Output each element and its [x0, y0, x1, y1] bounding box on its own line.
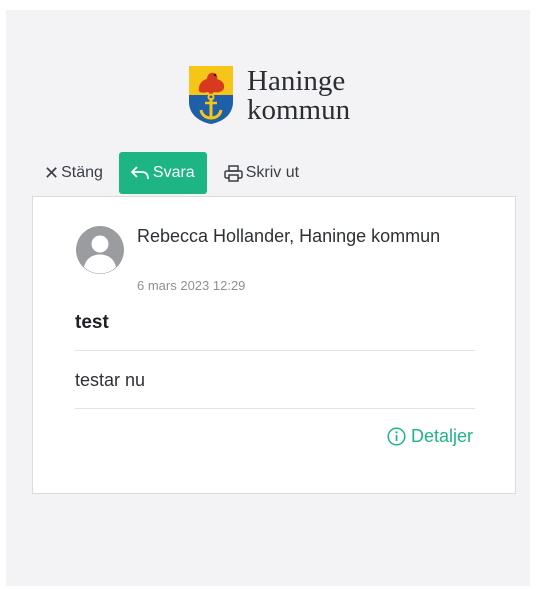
brand-name: Haninge kommun — [247, 67, 350, 125]
print-button[interactable]: Skriv ut — [223, 152, 300, 194]
close-button[interactable]: ✕ Stäng — [44, 152, 107, 194]
print-button-label: Skriv ut — [245, 164, 300, 181]
reply-button-label: Svara — [152, 164, 195, 181]
message-subject: test — [75, 312, 109, 333]
toolbar: ✕ Stäng Svara Skriv ut — [44, 152, 299, 194]
sender-name: Rebecca Hollander, Haninge kommun — [137, 226, 441, 246]
message-body: testar nu — [75, 370, 146, 390]
divider — [75, 408, 475, 409]
brand-line-1: Haninge — [247, 65, 346, 97]
haninge-kommun-logo: Haninge kommun — [189, 66, 350, 125]
details-label: Detaljer — [410, 426, 473, 446]
user-avatar-icon — [76, 226, 124, 274]
reply-icon — [131, 166, 149, 180]
message-date: 6 mars 2023 12:29 — [137, 278, 246, 293]
close-button-label: Stäng — [61, 164, 103, 181]
coat-of-arms-icon — [189, 66, 233, 124]
reply-button[interactable]: Svara — [118, 152, 207, 194]
info-icon — [387, 427, 406, 446]
brand-line-2: kommun — [247, 94, 351, 126]
close-icon: ✕ — [44, 163, 60, 183]
message-card: Rebecca Hollander, Haninge kommun 6 mars… — [32, 196, 516, 494]
printer-icon — [223, 164, 243, 182]
divider — [75, 350, 475, 351]
details-link[interactable]: Detaljer — [387, 426, 473, 447]
